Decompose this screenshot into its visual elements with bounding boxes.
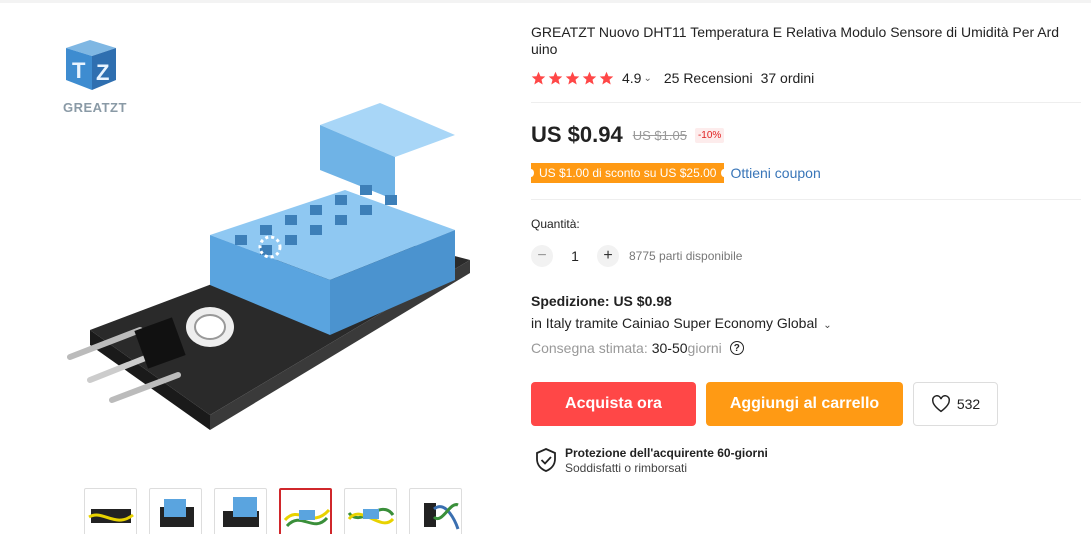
- star-icon: [582, 71, 597, 84]
- buy-now-button[interactable]: Acquista ora: [531, 382, 696, 426]
- thumbnail-2[interactable]: [149, 488, 202, 534]
- thumbnail-4-selected[interactable]: [279, 488, 332, 534]
- thumbnail-6[interactable]: [409, 488, 462, 534]
- star-icon: [599, 71, 614, 84]
- wishlist-count: 532: [956, 396, 981, 412]
- svg-text:T: T: [72, 58, 86, 83]
- heart-icon: [931, 395, 950, 413]
- chevron-down-icon[interactable]: ⌄: [643, 73, 651, 84]
- discount-badge: -10%: [694, 127, 725, 143]
- shipping-title: Spedizione: US $0.98: [531, 293, 672, 309]
- protection-title: Protezione dell'acquirente 60-giorni: [565, 446, 768, 460]
- quantity-increase-button[interactable]: +: [597, 245, 619, 267]
- coupon-badge: US $1.00 di sconto su US $25.00: [527, 163, 728, 183]
- question-icon[interactable]: ?: [729, 341, 744, 355]
- delivery-unit: giorni: [687, 340, 722, 356]
- protection-text: Protezione dell'acquirente 60-giorni Sod…: [565, 446, 768, 475]
- shield-check-icon: [536, 448, 556, 472]
- quantity-label: Quantità:: [531, 217, 580, 231]
- delivery-label: Consegna stimata:: [531, 340, 648, 356]
- chevron-down-icon[interactable]: ⌄: [823, 320, 831, 331]
- original-price: US $1.05: [632, 127, 687, 143]
- rating-value[interactable]: 4.9: [622, 70, 641, 86]
- thumbnail-strip: [84, 488, 462, 534]
- star-icon: [531, 71, 546, 84]
- star-icon: [565, 71, 580, 84]
- shipping-method[interactable]: in Italy tramite Cainiao Super Economy G…: [531, 315, 817, 331]
- divider: [531, 102, 1081, 103]
- delivery-days: 30-50: [651, 340, 688, 356]
- brand-logo-icon: T Z: [66, 40, 116, 90]
- product-title: GREATZT Nuovo DHT11 Temperatura E Relati…: [531, 24, 1060, 57]
- current-price: US $0.94: [531, 122, 623, 147]
- product-image[interactable]: [60, 95, 490, 440]
- thumbnail-1[interactable]: [84, 488, 137, 534]
- reviews-link[interactable]: 25 Recensioni: [664, 70, 753, 86]
- protection-subtitle: Soddisfatti o rimborsati: [565, 461, 688, 475]
- price-row: US $0.94 US $1.05 -10%: [531, 122, 725, 148]
- coupon-row: US $1.00 di sconto su US $25.00 Ottieni …: [527, 163, 821, 183]
- quantity-input[interactable]: 1: [553, 248, 597, 264]
- wishlist-button[interactable]: 532: [913, 382, 998, 426]
- product-gallery: T Z GREATZT: [0, 0, 510, 534]
- rating-row: 4.9 ⌄ 25 Recensioni 37 ordini: [531, 69, 814, 87]
- star-rating: [531, 71, 614, 86]
- quantity-decrease-button[interactable]: −: [531, 245, 553, 267]
- buyer-protection: Protezione dell'acquirente 60-giorni Sod…: [535, 446, 768, 475]
- available-stock: 8775 parti disponibile: [629, 249, 743, 263]
- shipping-method-selector[interactable]: in Italy tramite Cainiao Super Economy G…: [531, 315, 832, 331]
- svg-text:Z: Z: [96, 60, 109, 85]
- delivery-estimate: Consegna stimata: 30-50 giorni ?: [531, 340, 744, 356]
- get-coupon-link[interactable]: Ottieni coupon: [730, 165, 820, 181]
- thumbnail-5[interactable]: [344, 488, 397, 534]
- orders-count: 37 ordini: [760, 70, 815, 86]
- quantity-stepper: − 1 + 8775 parti disponibile: [531, 245, 742, 267]
- add-to-cart-button[interactable]: Aggiungi al carrello: [706, 382, 903, 426]
- thumbnail-3[interactable]: [214, 488, 267, 534]
- star-icon: [548, 71, 563, 84]
- divider: [531, 199, 1081, 200]
